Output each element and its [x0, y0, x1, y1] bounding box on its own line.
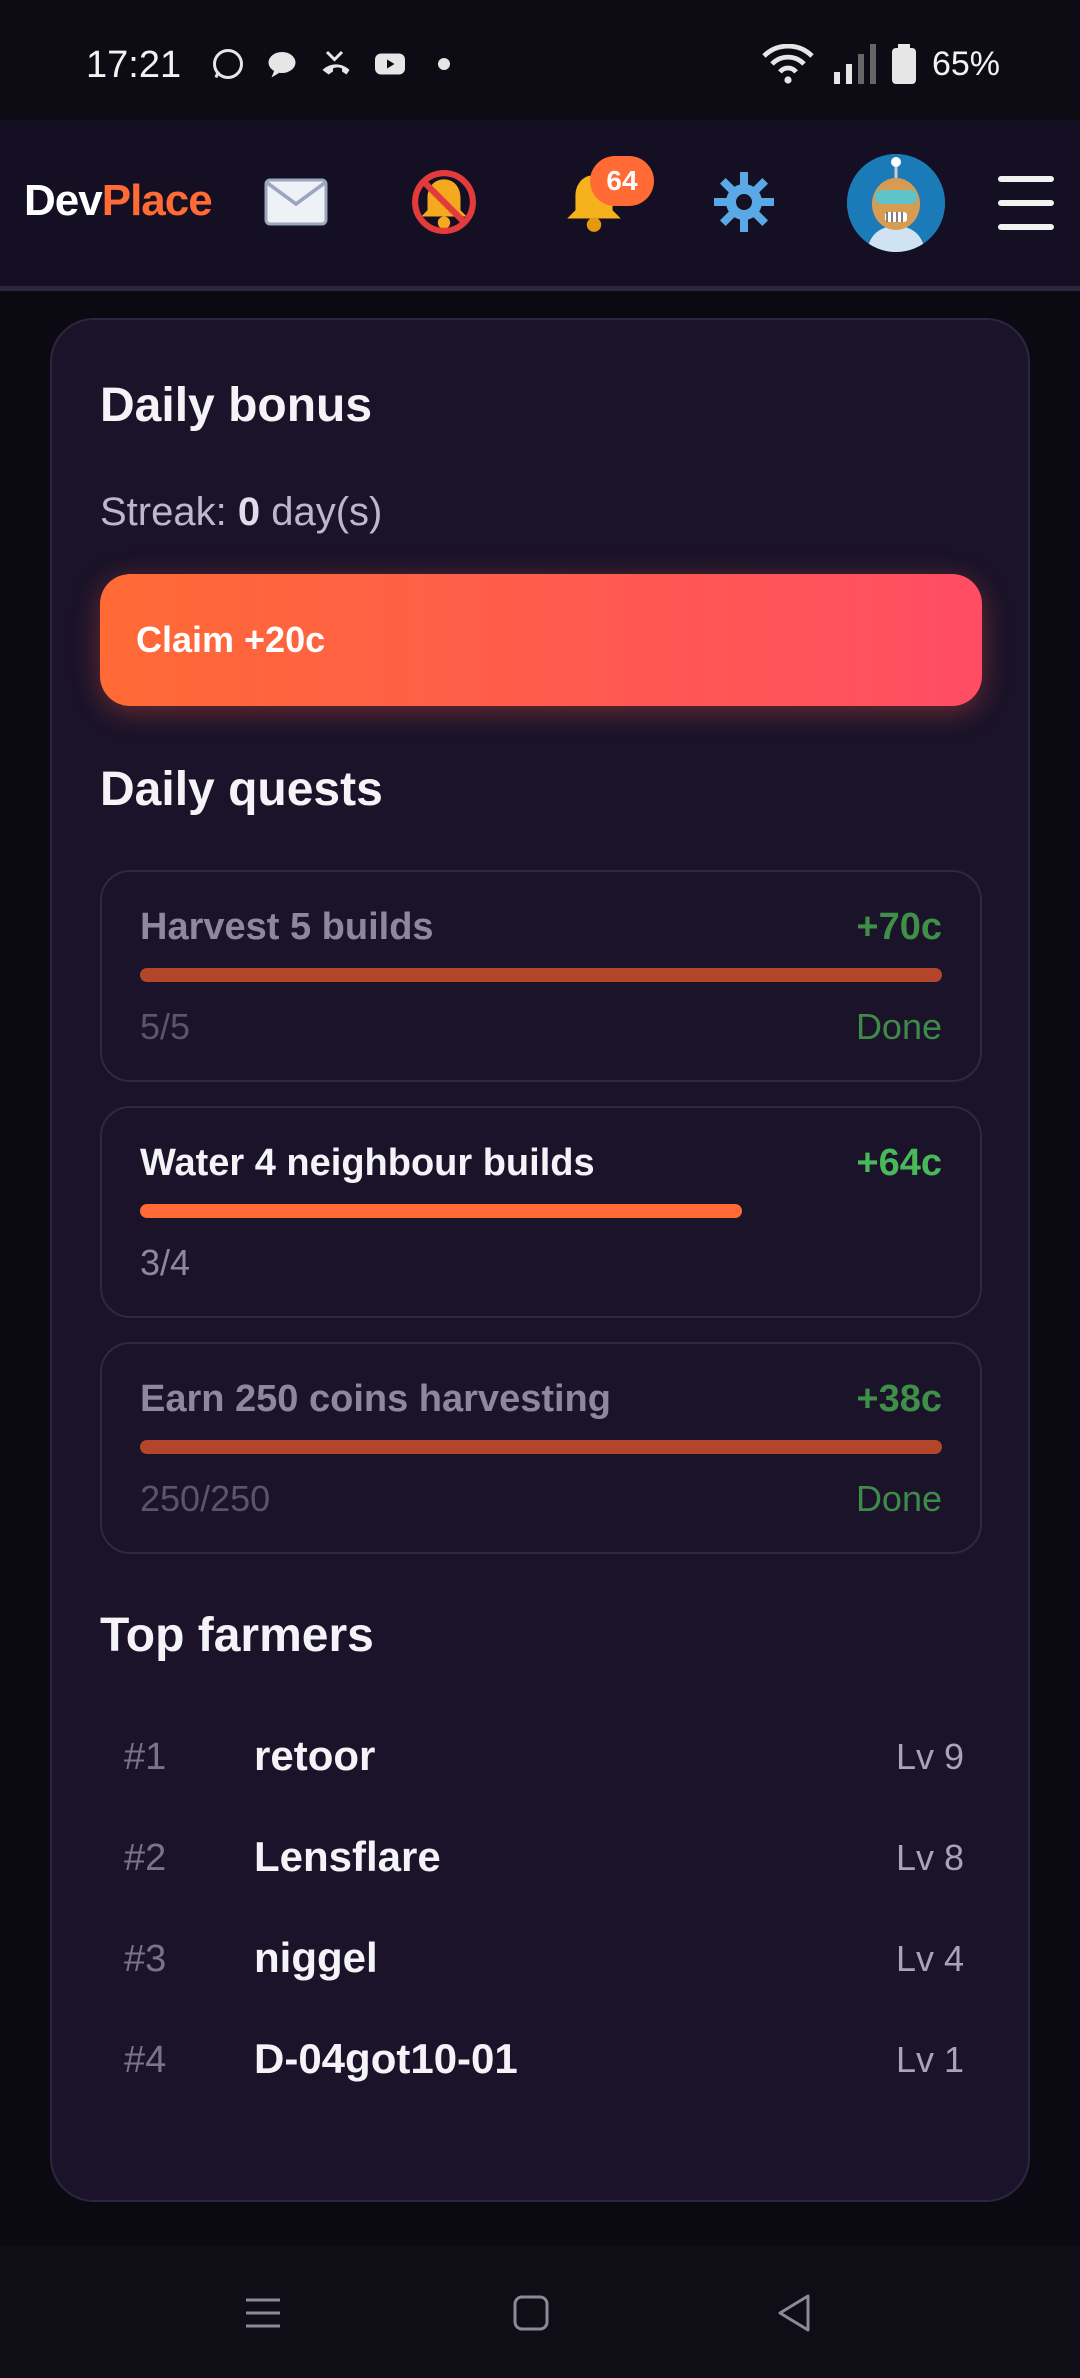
quest-card: Earn 250 coins harvesting +38c 250/250 D…: [100, 1342, 982, 1554]
quest-count: 250/250: [140, 1478, 271, 1519]
wifi-icon: [762, 44, 814, 84]
hamburger-menu-icon: [998, 176, 1054, 230]
daily-bonus-title: Daily bonus: [100, 379, 373, 432]
more-dot-icon: [438, 58, 450, 70]
status-time: 17:21: [86, 44, 182, 86]
farmer-rank: #3: [124, 1938, 167, 1980]
quest-title: Water 4 neighbour builds: [140, 1142, 595, 1184]
mute-notifications-button[interactable]: [402, 160, 486, 244]
streak-text: Streak: 0 day(s): [100, 490, 382, 535]
leaderboard-row[interactable]: #2 Lensflare Lv 8: [124, 1821, 964, 1901]
settings-button[interactable]: [702, 160, 786, 244]
battery-percent: 65%: [931, 44, 1000, 83]
claim-bonus-button[interactable]: Claim +20c: [100, 574, 982, 706]
farmer-rank: #1: [124, 1736, 167, 1778]
mail-button[interactable]: [254, 160, 338, 244]
gear-icon: [714, 172, 774, 232]
quest-card: Harvest 5 builds +70c 5/5 Done: [100, 870, 982, 1082]
quest-progress-bar: [140, 1204, 742, 1218]
mail-icon: [264, 178, 328, 226]
home-icon[interactable]: [506, 2288, 556, 2338]
chat-icon: [268, 52, 296, 78]
robot-avatar-icon: [847, 154, 945, 252]
notifications-muted-icon: [412, 170, 476, 234]
logo-place: Place: [101, 176, 213, 225]
quest-reward: +70c: [856, 906, 942, 948]
quest-reward: +38c: [856, 1378, 942, 1420]
top-farmers-title: Top farmers: [100, 1609, 374, 1662]
menu-button[interactable]: [996, 170, 1056, 236]
quest-progress-bar: [140, 968, 942, 982]
farmer-level: Lv 9: [895, 1736, 964, 1777]
farmer-rank: #4: [124, 2039, 167, 2081]
youtube-icon: [375, 53, 405, 75]
streak-value: 0: [237, 490, 261, 534]
leaderboard-row[interactable]: #4 D-04got10-01 Lv 1: [124, 2023, 964, 2103]
rewards-card: Daily bonus Streak: 0 day(s) Claim +20c …: [50, 318, 1030, 2202]
quest-count: 5/5: [140, 1006, 191, 1047]
farmer-name: D-04got10-01: [254, 2035, 518, 2082]
quest-status: Done: [855, 1478, 942, 1519]
quest-title: Harvest 5 builds: [140, 906, 434, 948]
missed-call-icon: [322, 50, 350, 75]
leaderboard-row[interactable]: #1 retoor Lv 9: [124, 1720, 964, 1800]
status-system-icons: 65%: [760, 44, 1000, 84]
battery-icon: [891, 44, 916, 84]
farmer-name: Lensflare: [254, 1833, 441, 1880]
logo-dev: Dev: [24, 176, 103, 225]
quest-title: Earn 250 coins harvesting: [140, 1378, 611, 1420]
farmer-level: Lv 8: [895, 1837, 964, 1878]
notification-count-badge: 64: [590, 156, 654, 206]
streak-suffix: day(s): [271, 490, 383, 534]
leaderboard-row[interactable]: #3 niggel Lv 4: [124, 1922, 964, 2002]
system-navigation-bar: [0, 2246, 1080, 2378]
streak-prefix: Streak:: [100, 490, 227, 534]
daily-quests-title: Daily quests: [100, 763, 383, 816]
quest-progress-bar: [140, 1440, 942, 1454]
back-icon[interactable]: [770, 2288, 820, 2338]
status-bar: 17:21 65%: [0, 0, 1080, 120]
avatar[interactable]: [847, 154, 945, 252]
whatsapp-icon: [213, 49, 243, 79]
app-header: DevPlace 64: [0, 120, 1080, 291]
recent-apps-icon[interactable]: [238, 2288, 288, 2338]
quest-count: 3/4: [140, 1242, 191, 1283]
quest-card: Water 4 neighbour builds +64c 3/4: [100, 1106, 982, 1318]
app-logo[interactable]: DevPlace: [24, 176, 213, 226]
farmer-level: Lv 1: [895, 2039, 964, 2080]
quest-status: Done: [855, 1006, 942, 1047]
farmer-name: niggel: [254, 1934, 378, 1981]
status-notification-icons: [210, 46, 462, 82]
farmer-rank: #2: [124, 1837, 167, 1879]
signal-icon: [833, 44, 876, 84]
farmer-name: retoor: [254, 1732, 376, 1779]
quest-reward: +64c: [856, 1142, 942, 1184]
farmer-level: Lv 4: [895, 1938, 964, 1979]
